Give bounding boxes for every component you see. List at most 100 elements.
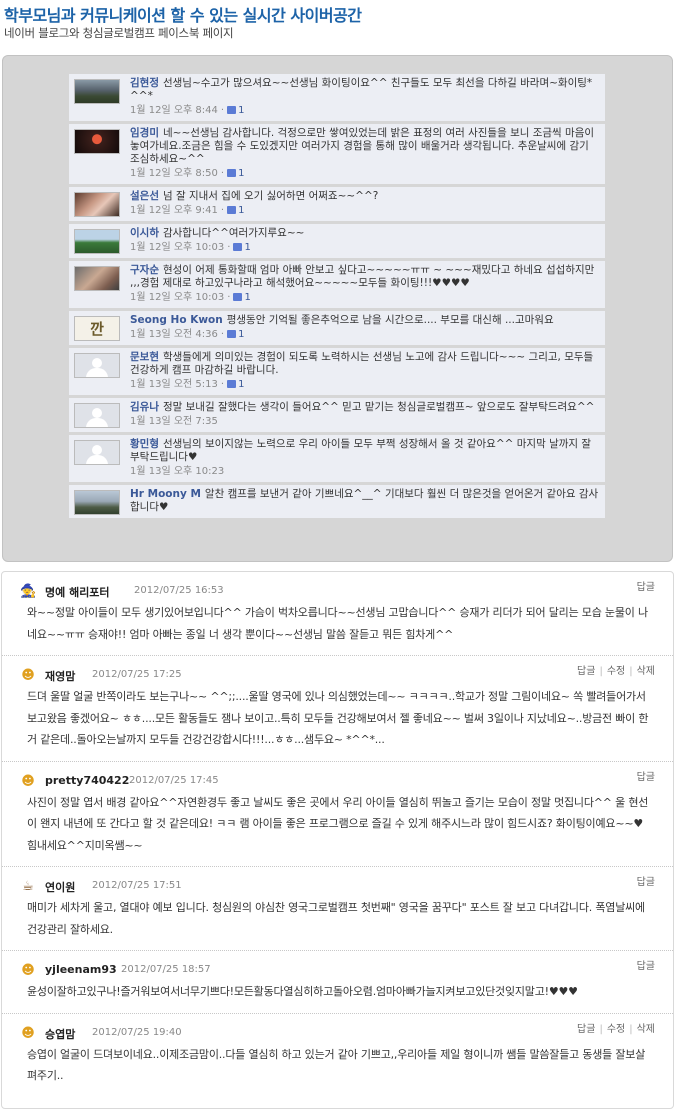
commenter-name[interactable]: 이시하 [130, 227, 159, 239]
comment-author[interactable]: yjleenam93 [45, 963, 117, 976]
commenter-name[interactable]: 김유나 [130, 401, 159, 413]
blog-comment: ☻ pretty740422 2012/07/25 17:45 답글 사진이 정말 엽서… [2, 762, 673, 867]
commenter-name[interactable]: Seong Ho Kwon [130, 314, 223, 326]
reply-button[interactable]: 답글 [637, 877, 655, 888]
reply-button[interactable]: 답글 [637, 582, 655, 593]
facebook-comment: 김현정 선생님~수고가 많으셔요~~선생님 화이팅이요^^ 친구들도 모두 최선을… [69, 74, 605, 121]
facebook-comment: 이시하 감사합니다^^여러가지루요~~ 1월 12일 오후 10:03 · 1 [69, 224, 605, 258]
smiley-icon: ☻ [21, 668, 35, 683]
commenter-avatar[interactable] [74, 490, 120, 515]
smiley-icon: ☻ [21, 773, 35, 789]
comment-text: 네~~선생님 감사합니다. 걱정으로만 쌓여있었는데 밝은 표정의 여러 사진들… [130, 127, 595, 165]
coffee-icon: ☕ [22, 879, 34, 894]
like-count[interactable]: 1 [238, 329, 244, 340]
comment-actions: 답글 [637, 957, 655, 972]
page-title: 학부모님과 커뮤니케이션 할 수 있는 실시간 사이버공간 [4, 6, 362, 25]
blog-comment: ☻ 재영맘 2012/07/25 17:25 답글 | 수정 | 삭제 드뎌 울딸 얼굴 반쪽이… [2, 656, 673, 762]
comment-author[interactable]: pretty740422 [45, 774, 129, 787]
comment-text: 정말 보내길 잘했다는 생각이 들어요^^ 믿고 맡기는 청심글로벌캠프~ 앞으… [162, 401, 595, 413]
delete-button[interactable]: 삭제 [637, 666, 655, 677]
like-icon[interactable] [227, 106, 237, 114]
commenter-avatar[interactable] [74, 353, 120, 378]
comment-timestamp[interactable]: 1월 12일 오후 8:50 [130, 168, 218, 179]
comment-text: 선생님의 보이지않는 노력으로 우리 아이들 모두 부쩍 성장해서 올 것 같아… [130, 438, 592, 463]
facebook-comment: 설은선 넘 잘 지내서 집에 오기 싫어하면 어쩌죠~~^^? 1월 12일 오후 … [69, 187, 605, 221]
comment-timestamp[interactable]: 1월 12일 오후 8:44 [130, 105, 218, 116]
comment-text: 넘 잘 지내서 집에 오기 싫어하면 어쩌죠~~^^? [162, 190, 379, 202]
blog-comment: ☕ 연이원 2012/07/25 17:51 답글매미가 세차게 울고, 열대야 예보… [2, 867, 673, 951]
edit-button[interactable]: 수정 [607, 666, 625, 677]
like-icon[interactable] [227, 206, 237, 214]
commenter-avatar[interactable] [74, 403, 120, 428]
like-count[interactable]: 1 [238, 105, 244, 116]
comment-text: 학생들에게 의미있는 경험이 되도록 노력하시는 선생님 노고에 감사 드립니다… [130, 351, 594, 376]
like-icon[interactable] [233, 243, 243, 251]
like-count[interactable]: 1 [244, 242, 250, 253]
comment-date: 2012/07/25 17:51 [92, 880, 182, 891]
comment-actions: 답글 [637, 578, 655, 593]
wizard-icon: 🧙 [20, 584, 37, 599]
commenter-name[interactable]: 임경미 [130, 127, 159, 139]
comment-meta: 1월 13일 오전 5:13 · 1 [130, 379, 245, 390]
commenter-avatar[interactable] [74, 440, 120, 465]
commenter-avatar[interactable] [74, 79, 120, 104]
comment-body: 와~~정말 아이들이 모두 생기있어보입니다^^ 가슴이 벅차오릅니다~~선생님… [27, 606, 648, 641]
edit-button[interactable]: 수정 [607, 1024, 625, 1035]
commenter-name[interactable]: 황민형 [130, 438, 159, 450]
reply-button[interactable]: 답글 [637, 772, 655, 783]
comment-meta: 1월 12일 오후 10:03 · 1 [130, 292, 251, 303]
like-count[interactable]: 1 [244, 292, 250, 303]
facebook-comment-list: 김현정 선생님~수고가 많으셔요~~선생님 화이팅이요^^ 친구들도 모두 최선을… [69, 74, 605, 518]
reply-button[interactable]: 답글 [577, 1024, 595, 1035]
comment-meta: 1월 12일 오후 9:41 · 1 [130, 205, 245, 216]
commenter-name[interactable]: 구자순 [130, 264, 159, 276]
reply-button[interactable]: 답글 [637, 961, 655, 972]
comment-author[interactable]: 재영맘 [45, 668, 75, 684]
reply-button[interactable]: 답글 [577, 666, 595, 677]
facebook-comment: 황민형 선생님의 보이지않는 노력으로 우리 아이들 모두 부쩍 성장해서 올 것… [69, 435, 605, 482]
commenter-name[interactable]: 김현정 [130, 77, 159, 89]
blog-comment: ☻ yjleenam93 2012/07/25 18:57 답글 윤성이잘하고있구나!즐… [2, 951, 673, 1014]
blog-comment: ☻ 승엽맘 2012/07/25 19:40 답글 | 수정 | 삭제 승엽이 얼굴이 드뎌보이… [2, 1014, 673, 1097]
comment-timestamp[interactable]: 1월 13일 오전 4:36 [130, 329, 218, 340]
comment-meta: 1월 13일 오전 4:36 · 1 [130, 329, 245, 340]
comment-date: 2012/07/25 17:25 [92, 669, 182, 680]
comment-body: 매미가 세차게 울고, 열대야 예보 입니다. 청심원의 야심찬 영국그로벌캠프… [27, 901, 645, 936]
facebook-comment: 구자순 현성이 어제 통화할때 엄마 아빠 안보고 싶다고~~~~~ㅠㅠ ~ ~~… [69, 261, 605, 308]
like-count[interactable]: 1 [238, 379, 244, 390]
like-count[interactable]: 1 [238, 168, 244, 179]
comment-timestamp[interactable]: 1월 12일 오후 9:41 [130, 205, 218, 216]
like-icon[interactable] [233, 293, 243, 301]
commenter-name[interactable]: 문보현 [130, 351, 159, 363]
like-icon[interactable] [227, 169, 237, 177]
comment-meta: 1월 12일 오후 8:50 · 1 [130, 168, 245, 179]
like-icon[interactable] [227, 380, 237, 388]
comment-author[interactable]: 연이원 [45, 879, 75, 895]
commenter-name[interactable]: 설은선 [130, 190, 159, 202]
comment-author[interactable]: 명예 해리포터 [45, 584, 110, 600]
comment-body: 드뎌 울딸 얼굴 반쪽이라도 보는구나~~ ^^;;....울딸 영국에 있나 … [27, 690, 649, 746]
facebook-comment: 김유나 정말 보내길 잘했다는 생각이 들어요^^ 믿고 맡기는 청심글로벌캠프~… [69, 398, 605, 432]
like-icon[interactable] [227, 330, 237, 338]
comment-timestamp[interactable]: 1월 13일 오전 7:35 [130, 416, 218, 427]
smiley-icon: ☻ [21, 1025, 35, 1041]
comment-timestamp[interactable]: 1월 12일 오후 10:03 [130, 242, 224, 253]
page-subtitle: 네이버 블로그와 청심글로벌캠프 페이스북 페이지 [4, 26, 234, 40]
comment-timestamp[interactable]: 1월 12일 오후 10:03 [130, 292, 224, 303]
delete-button[interactable]: 삭제 [637, 1024, 655, 1035]
comment-author[interactable]: 승엽맘 [45, 1026, 75, 1042]
comment-text: 감사합니다^^여러가지루요~~ [162, 227, 305, 239]
facebook-comment: 깐 Seong Ho Kwon 평생동안 기억될 좋은추억으로 남을 시간으로...… [69, 311, 605, 345]
commenter-avatar[interactable] [74, 129, 120, 154]
commenter-avatar[interactable] [74, 192, 120, 217]
comment-timestamp[interactable]: 1월 13일 오전 5:13 [130, 379, 218, 390]
commenter-name[interactable]: Hr Moony M [130, 488, 201, 500]
comment-meta: 1월 12일 오후 8:44 · 1 [130, 105, 245, 116]
blog-comments-panel: 🧙 명예 해리포터 2012/07/25 16:53 답글 와~~정말 아이들이 모두 … [1, 571, 674, 1109]
like-count[interactable]: 1 [238, 205, 244, 216]
blog-comment: 🧙 명예 해리포터 2012/07/25 16:53 답글 와~~정말 아이들이 모두 … [2, 572, 673, 656]
commenter-avatar[interactable]: 깐 [74, 316, 120, 341]
commenter-avatar[interactable] [74, 229, 120, 254]
commenter-avatar[interactable] [74, 266, 120, 291]
comment-timestamp[interactable]: 1월 13일 오후 10:23 [130, 466, 224, 477]
